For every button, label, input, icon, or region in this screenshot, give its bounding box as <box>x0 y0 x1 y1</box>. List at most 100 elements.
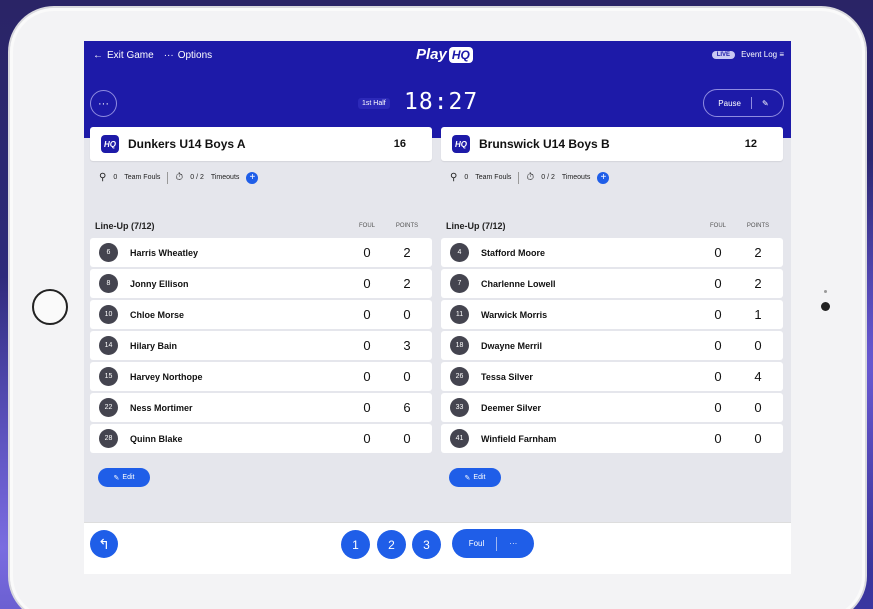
lineup-title: Line-Up (7/12) <box>95 220 155 231</box>
player-row[interactable]: 7 Charlenne Lowell 0 2 <box>441 269 783 298</box>
edit-label: Edit <box>122 474 135 481</box>
options-label: Options <box>177 50 213 61</box>
player-name: Ness Mortimer <box>130 402 193 413</box>
team-logo-icon: HQ <box>101 135 119 153</box>
team-stats: ⚲ 0 Team Fouls ⏱ 0 / 2 Timeouts + <box>441 161 783 194</box>
player-foul: 0 <box>363 400 371 415</box>
logo-badge: HQ <box>448 46 473 63</box>
player-row[interactable]: 26 Tessa Silver 0 4 <box>441 362 783 391</box>
player-points: 1 <box>754 307 762 322</box>
points-column-header: POINTS <box>395 222 419 229</box>
player-number: 10 <box>99 305 118 324</box>
timeouts-label: Timeouts <box>210 174 240 181</box>
player-row[interactable]: 4 Stafford Moore 0 2 <box>441 238 783 267</box>
edit-lineup-button[interactable]: ✎ Edit <box>98 468 150 487</box>
player-row[interactable]: 11 Warwick Morris 0 1 <box>441 300 783 329</box>
player-foul: 0 <box>714 369 722 384</box>
player-row[interactable]: 6 Harris Wheatley 0 2 <box>90 238 432 267</box>
player-foul: 0 <box>714 431 722 446</box>
exit-game-button[interactable]: ← Exit Game <box>93 50 154 61</box>
player-points: 2 <box>403 276 411 291</box>
player-number: 8 <box>99 274 118 293</box>
player-points: 0 <box>754 400 762 415</box>
player-points: 0 <box>754 338 762 353</box>
list-icon: ≡ <box>779 50 784 59</box>
player-row[interactable]: 8 Jonny Ellison 0 2 <box>90 269 432 298</box>
player-foul: 0 <box>363 369 371 384</box>
divider <box>518 171 520 184</box>
action-bar: ↰ 1 2 3 Foul ··· <box>84 522 791 574</box>
team-logo-icon: HQ <box>452 135 470 153</box>
topbar-right: LIVE Event Log ≡ <box>711 50 784 59</box>
divider <box>167 171 169 184</box>
more-options-icon[interactable]: ··· <box>509 539 517 548</box>
player-foul: 0 <box>363 245 371 260</box>
player-foul: 0 <box>363 338 371 353</box>
player-points: 3 <box>403 338 411 353</box>
player-name: Harvey Northope <box>130 371 203 382</box>
lineup-title: Line-Up (7/12) <box>446 220 506 231</box>
player-name: Quinn Blake <box>130 433 183 444</box>
player-row[interactable]: 22 Ness Mortimer 0 6 <box>90 393 432 422</box>
event-log-button[interactable]: Event Log ≡ <box>741 50 784 59</box>
player-name: Harris Wheatley <box>130 247 199 258</box>
pause-button[interactable]: Pause ✎ <box>703 89 784 117</box>
stopwatch-icon: ⏱ <box>175 172 184 183</box>
add-timeout-button[interactable]: + <box>597 171 610 184</box>
score-2-button[interactable]: 2 <box>377 530 406 559</box>
player-points: 2 <box>754 245 762 260</box>
player-points: 0 <box>403 431 411 446</box>
event-log-label: Event Log <box>741 50 778 59</box>
lineup-header: Line-Up (7/12) FOUL POINTS <box>90 215 432 236</box>
player-name: Dwayne Merril <box>481 340 543 351</box>
team-score: 12 <box>744 138 757 150</box>
player-number: 28 <box>99 429 118 448</box>
team-name: Brunswick U14 Boys B <box>479 137 610 151</box>
player-row[interactable]: 15 Harvey Northope 0 0 <box>90 362 432 391</box>
player-foul: 0 <box>363 276 371 291</box>
player-foul: 0 <box>714 245 722 260</box>
score-1-button[interactable]: 1 <box>341 530 370 559</box>
player-row[interactable]: 33 Deemer Silver 0 0 <box>441 393 783 422</box>
player-number: 26 <box>450 367 469 386</box>
player-row[interactable]: 28 Quinn Blake 0 0 <box>90 424 432 453</box>
edit-lineup-button[interactable]: ✎ Edit <box>449 468 501 487</box>
player-row[interactable]: 14 Hilary Bain 0 3 <box>90 331 432 360</box>
player-name: Deemer Silver <box>481 402 542 413</box>
player-points: 6 <box>403 400 411 415</box>
pause-label: Pause <box>718 98 741 108</box>
player-number: 15 <box>99 367 118 386</box>
player-name: Tessa Silver <box>481 371 533 382</box>
foul-column-header: FOUL <box>709 222 726 229</box>
pencil-icon[interactable]: ✎ <box>762 99 769 108</box>
timeouts-count: 0 / 2 <box>190 174 204 181</box>
score-3-button[interactable]: 3 <box>412 530 441 559</box>
player-name: Hilary Bain <box>130 340 178 351</box>
undo-button[interactable]: ↰ <box>90 530 118 558</box>
player-row[interactable]: 41 Winfield Farnham 0 0 <box>441 424 783 453</box>
foul-button[interactable]: Foul ··· <box>452 529 534 558</box>
options-button[interactable]: ··· Options <box>164 50 212 61</box>
foul-label: Foul <box>468 539 485 548</box>
team-score: 16 <box>393 138 406 150</box>
player-points: 2 <box>403 245 411 260</box>
points-column-header: POINTS <box>746 222 770 229</box>
team-fouls-count: 0 <box>113 174 118 181</box>
player-row[interactable]: 18 Dwayne Merril 0 0 <box>441 331 783 360</box>
team-name: Dunkers U14 Boys A <box>128 137 246 151</box>
add-timeout-button[interactable]: + <box>246 171 259 184</box>
player-number: 33 <box>450 398 469 417</box>
team-fouls-label: Team Fouls <box>475 174 512 181</box>
whistle-icon: ⚲ <box>450 172 458 183</box>
lineup-header: Line-Up (7/12) FOUL POINTS <box>441 215 783 236</box>
player-number: 22 <box>99 398 118 417</box>
team-fouls-label: Team Fouls <box>124 174 161 181</box>
player-row[interactable]: 10 Chloe Morse 0 0 <box>90 300 432 329</box>
player-foul: 0 <box>714 338 722 353</box>
edit-label: Edit <box>473 474 486 481</box>
playhq-logo: Play HQ <box>416 46 473 63</box>
game-menu-button[interactable]: ··· <box>90 90 117 117</box>
logo-text: Play <box>416 46 447 63</box>
topbar-left: ← Exit Game ··· Options <box>93 50 212 61</box>
period-label: 1st Half <box>358 98 390 109</box>
